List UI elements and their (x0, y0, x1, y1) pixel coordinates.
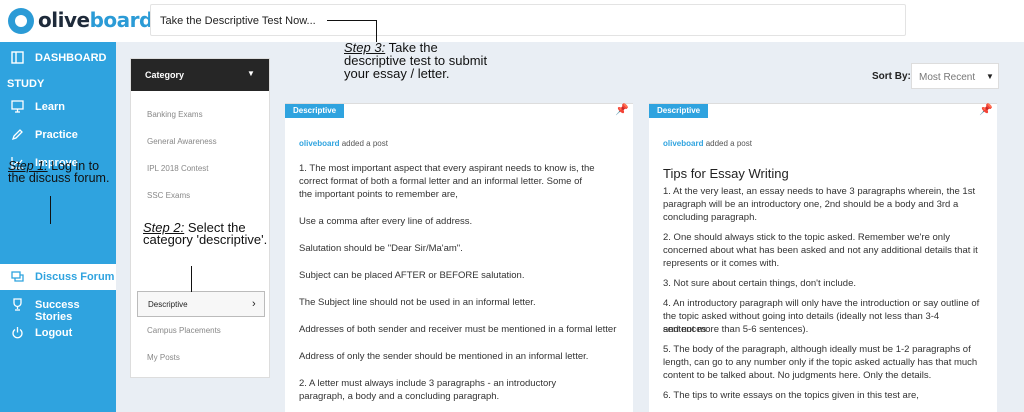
step3-pointer-line (327, 20, 377, 21)
post-line: the important points to remember are, (299, 189, 458, 200)
sidebar-item-success-stories[interactable]: Success Stories (0, 292, 116, 323)
post-line: The Subject line should not be used in a… (299, 297, 536, 308)
trophy-icon (10, 298, 24, 312)
post-line: 1. At the very least, an essay needs to … (663, 186, 976, 197)
post-author[interactable]: oliveboard (299, 139, 339, 148)
post-line: paragraph, a body and a concluding parag… (299, 391, 500, 402)
pin-icon: 📌 (615, 104, 629, 116)
step1-annotation: Step 1: Log in to the discuss forum. (8, 159, 110, 185)
post-line: 6. The tips to write essays on the topic… (663, 390, 919, 401)
sidebar: DASHBOARD STUDY Learn Practice Improve D… (0, 42, 116, 412)
step2-pointer-line (191, 266, 192, 292)
category-header: Category (145, 70, 185, 80)
post-line: 3. Not sure about certain things, don't … (663, 278, 856, 289)
post-line: 1. The most important aspect that every … (299, 163, 595, 174)
post-line: Salutation should be "Dear Sir/Ma'am". (299, 243, 463, 254)
pin-icon: 📌 (979, 104, 993, 116)
top-header: oliveboard Take the Descriptive Test Now… (0, 0, 1024, 42)
category-item-campus-placements[interactable]: Campus Placements (147, 326, 221, 335)
category-item-ssc-exams[interactable]: SSC Exams (147, 191, 190, 200)
post-line: 5. The body of the paragraph, although i… (663, 344, 971, 355)
category-item-descriptive[interactable]: Descriptive › (137, 291, 265, 317)
category-item-general-awareness[interactable]: General Awareness (147, 137, 217, 146)
post-line: 2. A letter must always include 3 paragr… (299, 378, 557, 389)
post-line: Subject can be placed AFTER or BEFORE sa… (299, 270, 525, 281)
oliveboard-logo[interactable]: oliveboard (8, 6, 153, 36)
post-line: concluding paragraph. (663, 212, 758, 223)
sidebar-item-logout[interactable]: Logout (0, 320, 116, 346)
category-item-label: Descriptive (148, 300, 188, 309)
post-line: concerned about what has been asked and … (663, 245, 978, 256)
post-line: 4. An introductory paragraph will only h… (663, 298, 980, 309)
post-line: content to be talked about. No judgments… (663, 370, 932, 381)
post-tag[interactable]: Descriptive (649, 104, 709, 118)
descriptive-test-link[interactable]: Take the Descriptive Test Now... (160, 15, 316, 27)
post-line: and not more than 5-6 sentences). (663, 324, 809, 335)
sidebar-item-dashboard[interactable]: DASHBOARD (0, 45, 116, 71)
sidebar-item-label: Learn (35, 101, 65, 113)
pencil-icon (10, 128, 24, 142)
power-icon (10, 326, 24, 340)
post-line: 2. One should always stick to the topic … (663, 232, 950, 243)
sidebar-item-learn[interactable]: Learn (0, 94, 116, 120)
category-item-my-posts[interactable]: My Posts (147, 353, 180, 362)
sidebar-item-practice[interactable]: Practice (0, 122, 116, 148)
sidebar-section-study: STUDY (7, 78, 45, 90)
post-line: length, can go to any number only if the… (663, 357, 978, 368)
sidebar-item-discuss-forum[interactable]: Discuss Forum (0, 264, 116, 290)
post-meta: oliveboard added a post (299, 139, 388, 148)
post-line: correct format of both a formal letter a… (299, 176, 583, 187)
caret-down-icon: ▼ (247, 69, 255, 78)
post-meta: oliveboard added a post (663, 139, 752, 148)
step3-annotation: Step 3: Take the descriptive test to sub… (344, 40, 488, 81)
sort-label: Sort By: (872, 71, 911, 82)
post-line: paragraph will be an introductory one, 2… (663, 199, 959, 210)
category-item-banking-exams[interactable]: Banking Exams (147, 110, 203, 119)
post-title: Tips for Essay Writing (663, 166, 789, 181)
monitor-icon (10, 100, 24, 114)
category-dropdown[interactable]: Category ▼ (131, 59, 269, 91)
logo-mark-icon (8, 8, 34, 34)
category-item-ipl-2018-contest[interactable]: IPL 2018 Contest (147, 164, 209, 173)
sidebar-item-label: Discuss Forum (35, 271, 115, 283)
dashboard-icon (10, 51, 24, 65)
step3-pointer-line (376, 20, 377, 42)
step2-annotation: Step 2: Select the category 'descriptive… (143, 220, 268, 247)
post-card[interactable]: Descriptive 📌 oliveboard added a post 1.… (285, 103, 633, 412)
post-card[interactable]: Descriptive 📌 oliveboard added a post Ti… (649, 103, 997, 412)
post-tag[interactable]: Descriptive (285, 104, 345, 118)
sort-value: Most Recent (919, 72, 976, 83)
logo-text: oliveboard (38, 8, 153, 32)
post-line: Addresses of both sender and receiver mu… (299, 324, 617, 335)
post-line: Address of only the sender should be men… (299, 351, 589, 362)
chevron-right-icon: › (252, 298, 256, 310)
step1-pointer-line (50, 196, 51, 224)
caret-down-icon: ▼ (986, 72, 994, 81)
sidebar-item-label: Practice (35, 129, 78, 141)
chat-icon (10, 270, 24, 284)
descriptive-test-bar[interactable]: Take the Descriptive Test Now... (150, 4, 906, 36)
sidebar-item-label: Logout (35, 327, 73, 339)
post-line: represents or it comes with. (663, 258, 780, 269)
post-line: Use a comma after every line of address. (299, 216, 473, 227)
sidebar-item-label: DASHBOARD (35, 52, 107, 64)
category-panel: Category ▼ Banking Exams General Awarene… (130, 58, 270, 378)
post-author[interactable]: oliveboard (663, 139, 703, 148)
sort-select[interactable]: Most Recent ▼ (911, 63, 999, 89)
